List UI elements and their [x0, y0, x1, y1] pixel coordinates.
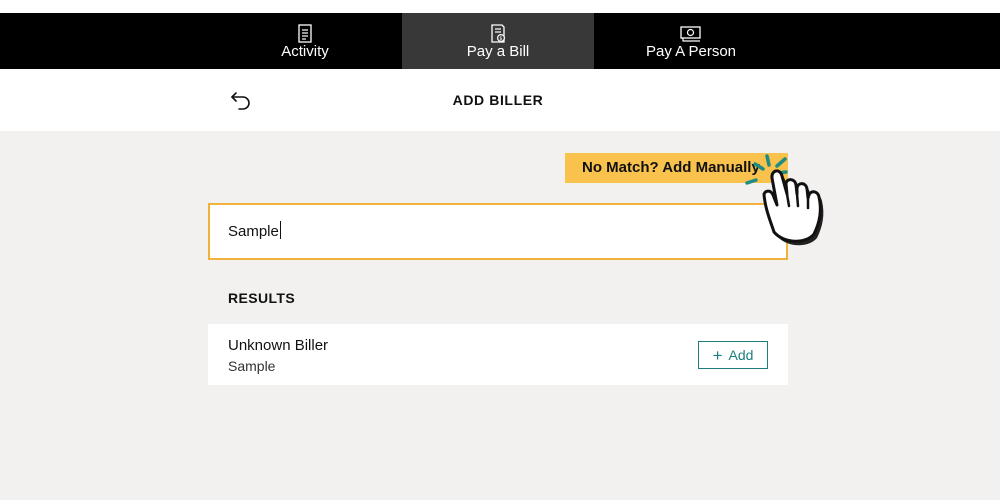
tab-pay-a-bill[interactable]: $ Pay a Bill	[402, 13, 594, 69]
add-button-label: Add	[728, 347, 754, 363]
results-heading: RESULTS	[228, 290, 296, 306]
tab-activity-label: Activity	[281, 43, 329, 60]
svg-text:$: $	[499, 36, 502, 42]
tab-pay-a-person[interactable]: Pay A Person	[594, 13, 788, 69]
top-nav: Activity $ Pay a Bill Pay A Person	[0, 13, 1000, 69]
activity-list-icon	[298, 24, 312, 43]
pointing-hand-icon	[745, 154, 824, 246]
money-icon	[680, 26, 701, 42]
biller-name: Unknown Biller	[228, 337, 329, 354]
tab-pay-a-bill-label: Pay a Bill	[466, 43, 530, 60]
add-biller-button[interactable]: + Add	[698, 341, 768, 369]
page-title: ADD BILLER	[452, 92, 544, 108]
biller-search-input[interactable]: Sample	[208, 203, 788, 260]
biller-subtitle: Sample	[228, 358, 276, 374]
result-item: Unknown Biller Sample + Add	[208, 324, 788, 385]
tab-activity[interactable]: Activity	[208, 13, 402, 69]
plus-icon: +	[712, 346, 723, 365]
top-strip	[0, 0, 1000, 13]
tab-pay-a-person-label: Pay A Person	[645, 43, 737, 60]
search-input-value: Sample	[228, 223, 279, 240]
bill-icon: $	[491, 24, 506, 43]
text-cursor	[279, 221, 281, 239]
